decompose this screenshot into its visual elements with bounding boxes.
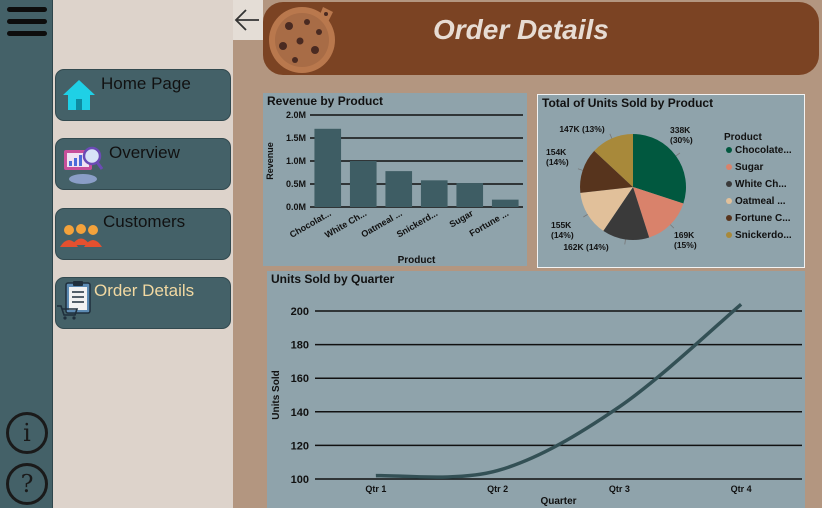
- main-content: Order Details Revenue by Product 0.0M 0.5…: [233, 0, 822, 508]
- series-line: [375, 302, 743, 479]
- data-label: 155K: [551, 220, 572, 230]
- y-tick-label: 140: [291, 407, 309, 419]
- data-label: 338K: [670, 125, 691, 135]
- nav-customers-button[interactable]: Customers: [55, 208, 231, 260]
- leader-line: [609, 133, 613, 139]
- nav-home-page-label: Home Page: [101, 74, 191, 93]
- data-label-percent: (15%): [674, 240, 697, 250]
- legend-item: White Ch...: [735, 179, 787, 190]
- data-label: 169K: [674, 230, 695, 240]
- customers-icon: [60, 224, 102, 247]
- y-tick-label: 100: [291, 474, 309, 486]
- units-line-chart-svg: 100 120 140 160 180 200 Qtr 1 Qtr 2 Qtr 3 Qtr 4 Qu…: [271, 302, 802, 507]
- legend-item: Fortune C...: [735, 213, 791, 224]
- back-arrow-icon: [234, 9, 259, 31]
- x-axis-label: Product: [398, 255, 436, 266]
- units-by-quarter-chart[interactable]: Units Sold by Quarter 100 120 140 160 180 200…: [267, 271, 805, 508]
- x-tick-label: Qtr 1: [365, 484, 386, 494]
- x-tick-label: Qtr 4: [731, 484, 752, 494]
- legend-title: Product: [724, 132, 762, 143]
- nav-overview-label: Overview: [109, 143, 180, 162]
- legend-marker: [726, 181, 732, 187]
- bar: [314, 128, 342, 207]
- bar: [456, 183, 484, 207]
- legend-item: Snickerdo...: [735, 230, 792, 241]
- legend-item: Sugar: [735, 162, 763, 173]
- y-tick-label: 2.0M: [286, 110, 306, 120]
- x-axis-label: Quarter: [540, 496, 576, 507]
- x-tick-label: Qtr 3: [609, 484, 630, 494]
- leader-line: [577, 168, 583, 171]
- y-tick-label: 180: [291, 340, 309, 352]
- side-rail: i ?: [0, 0, 53, 508]
- y-tick-label: 120: [291, 440, 309, 452]
- x-tick-label: Fortune ...: [468, 208, 511, 238]
- help-icon[interactable]: ?: [6, 463, 48, 505]
- leader-line: [624, 239, 626, 245]
- bar: [491, 199, 519, 207]
- nav-home-page-button[interactable]: Home Page: [55, 69, 231, 121]
- y-tick-label: 160: [291, 373, 309, 385]
- order-clipboard-icon: [57, 281, 91, 320]
- nav-overview-button[interactable]: Overview: [55, 138, 231, 190]
- revenue-bar-chart-svg: 0.0M0.5M1.0M1.5M2.0MChocolat...White Ch.…: [265, 110, 523, 266]
- nav-order-details-button[interactable]: Order Details: [55, 277, 231, 329]
- page-header: Order Details: [263, 2, 819, 75]
- bar: [385, 171, 413, 207]
- leader-line: [583, 214, 588, 218]
- navigation-panel: Home Page Overview Customers Order Detai…: [53, 0, 233, 508]
- units-by-product-chart[interactable]: Total of Units Sold by Product 338K (30%)…: [537, 94, 805, 268]
- cookie-icon: [269, 7, 335, 73]
- analytics-icon: [64, 146, 104, 184]
- legend-marker: [726, 215, 732, 221]
- bar: [349, 161, 377, 207]
- legend-item: Oatmeal ...: [735, 196, 786, 207]
- leader-line: [670, 224, 675, 229]
- y-tick-label: 1.5M: [286, 133, 306, 143]
- legend-marker: [726, 232, 732, 238]
- y-tick-label: 0.5M: [286, 179, 306, 189]
- bar: [420, 180, 448, 207]
- legend-item: Chocolate...: [735, 145, 792, 156]
- y-tick-label: 0.0M: [286, 202, 306, 212]
- units-pie-chart-svg: 338K(30%)169K(15%)162K (14%)155K(14%)154…: [546, 124, 792, 252]
- legend-marker: [726, 147, 732, 153]
- data-label-percent: (14%): [551, 230, 574, 240]
- data-label: 162K (14%): [563, 242, 609, 252]
- data-label-percent: (14%): [546, 157, 569, 167]
- page-title: Order Details: [433, 14, 609, 45]
- y-tick-label: 1.0M: [286, 156, 306, 166]
- back-button[interactable]: [233, 0, 263, 40]
- data-label: 154K: [546, 147, 567, 157]
- y-axis-label: Revenue: [265, 142, 275, 180]
- legend-marker: [726, 164, 732, 170]
- data-label: 147K (13%): [559, 124, 605, 134]
- leader-line: [675, 152, 681, 157]
- nav-order-details-label: Order Details: [94, 281, 195, 300]
- data-label-percent: (30%): [670, 135, 693, 145]
- y-tick-label: 200: [291, 306, 309, 318]
- x-tick-label: Snickerd...: [395, 208, 439, 239]
- nav-customers-label: Customers: [103, 212, 186, 231]
- x-tick-label: Sugar: [448, 208, 476, 230]
- info-icon[interactable]: i: [6, 412, 48, 454]
- home-icon: [63, 80, 95, 110]
- legend-marker: [726, 198, 732, 204]
- hamburger-menu-icon[interactable]: [7, 7, 47, 39]
- x-tick-label: Qtr 2: [487, 484, 508, 494]
- y-axis-label: Units Sold: [271, 370, 282, 419]
- revenue-by-product-chart[interactable]: Revenue by Product 0.0M 0.5M 1.0M 1.5M 2.0M C…: [263, 93, 527, 266]
